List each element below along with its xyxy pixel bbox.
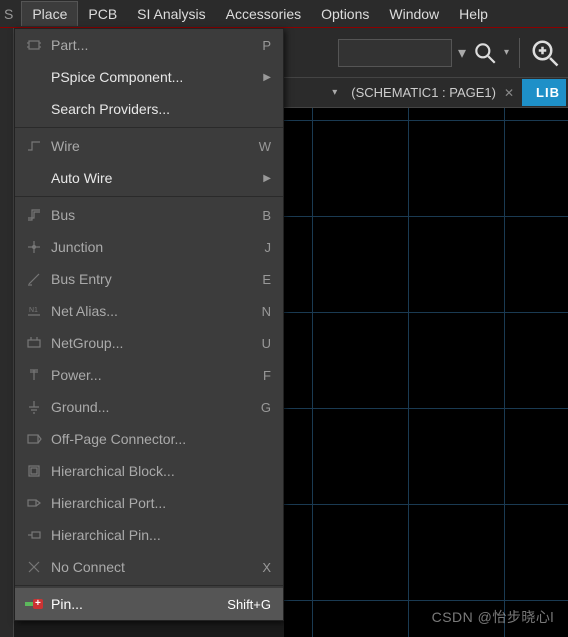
place-menu: Part...PPSpice Component...▶Search Provi…	[14, 28, 284, 621]
menu-separator	[15, 196, 283, 197]
zoom-in-icon[interactable]	[530, 38, 560, 68]
power-icon	[21, 367, 47, 383]
menu-item-junction[interactable]: JunctionJ	[15, 231, 283, 263]
menu-item-shortcut: Shift+G	[227, 597, 271, 612]
menu-item-label: Hierarchical Block...	[47, 463, 271, 479]
menu-item-wire[interactable]: WireW	[15, 130, 283, 162]
menu-item-off-page-connector[interactable]: Off-Page Connector...	[15, 423, 283, 455]
menu-item-label: Power...	[47, 367, 263, 383]
wire-icon	[21, 138, 47, 154]
close-icon[interactable]: ✕	[504, 86, 514, 100]
menu-item-label: Auto Wire	[47, 170, 257, 186]
noconnect-icon	[21, 559, 47, 575]
menu-item-shortcut: G	[261, 400, 271, 415]
menu-help[interactable]: Help	[449, 2, 498, 26]
menu-item-ground[interactable]: Ground...G	[15, 391, 283, 423]
menu-item-shortcut: N	[262, 304, 271, 319]
menu-item-bus[interactable]: BusB	[15, 199, 283, 231]
menu-item-label: Off-Page Connector...	[47, 431, 271, 447]
menu-item-pspice-component[interactable]: PSpice Component...▶	[15, 61, 283, 93]
menu-item-label: Bus Entry	[47, 271, 262, 287]
menu-item-label: Search Providers...	[47, 101, 271, 117]
menu-item-label: PSpice Component...	[47, 69, 257, 85]
menubar: S Place PCB SI Analysis Accessories Opti…	[0, 0, 568, 28]
tab-label: (SCHEMATIC1 : PAGE1)	[351, 85, 496, 100]
menu-item-label: Bus	[47, 207, 262, 223]
schematic-canvas[interactable]	[284, 108, 568, 637]
netalias-icon: N1	[21, 303, 47, 319]
menu-separator	[15, 127, 283, 128]
tab-libraries[interactable]: LIB	[522, 79, 566, 106]
menu-item-net-alias[interactable]: N1 Net Alias...N	[15, 295, 283, 327]
bus-icon	[21, 207, 47, 223]
menu-item-shortcut: F	[263, 368, 271, 383]
menu-item-shortcut: X	[262, 560, 271, 575]
menu-item-shortcut: J	[265, 240, 272, 255]
menu-item-netgroup[interactable]: NetGroup...U	[15, 327, 283, 359]
hierpin-icon	[21, 527, 47, 543]
menu-item-label: Hierarchical Port...	[47, 495, 271, 511]
offpage-icon	[21, 431, 47, 447]
menu-si-analysis[interactable]: SI Analysis	[127, 2, 215, 26]
menu-item-shortcut: W	[259, 139, 271, 154]
menu-item-label: Junction	[47, 239, 265, 255]
menu-separator	[15, 585, 283, 586]
menu-item-bus-entry[interactable]: Bus EntryE	[15, 263, 283, 295]
netgroup-icon	[21, 335, 47, 351]
svg-text:N1: N1	[29, 307, 38, 314]
menu-item-pin[interactable]: +Pin...Shift+G	[15, 588, 283, 620]
menu-place[interactable]: Place	[21, 1, 78, 26]
search-input[interactable]	[338, 39, 452, 67]
menu-item-power[interactable]: Power...F	[15, 359, 283, 391]
toolbar-divider	[519, 38, 520, 68]
menu-item-label: Pin...	[47, 596, 227, 612]
submenu-arrow-icon: ▶	[257, 72, 271, 83]
submenu-arrow-icon: ▶	[257, 173, 271, 184]
menu-item-hierarchical-port[interactable]: Hierarchical Port...	[15, 487, 283, 519]
menu-options[interactable]: Options	[311, 2, 379, 26]
left-gutter	[0, 28, 14, 637]
menu-item-label: No Connect	[47, 559, 262, 575]
ground-icon	[21, 399, 47, 415]
junction-icon	[21, 239, 47, 255]
menubar-cut: S	[0, 6, 21, 22]
menu-item-shortcut: E	[262, 272, 271, 287]
menu-window[interactable]: Window	[379, 2, 449, 26]
menu-item-label: NetGroup...	[47, 335, 262, 351]
menu-item-part[interactable]: Part...P	[15, 29, 283, 61]
tab-dropdown-icon[interactable]: ▾	[332, 87, 337, 98]
part-icon	[21, 37, 47, 53]
menu-item-shortcut: B	[262, 208, 271, 223]
chevron-down-icon[interactable]: ▾	[504, 47, 509, 58]
menu-item-label: Ground...	[47, 399, 261, 415]
menu-item-label: Part...	[47, 37, 262, 53]
menu-item-search-providers[interactable]: Search Providers...	[15, 93, 283, 125]
menu-item-no-connect[interactable]: No ConnectX	[15, 551, 283, 583]
menu-accessories[interactable]: Accessories	[216, 2, 311, 26]
pin-icon: +	[21, 597, 47, 611]
hierblock-icon	[21, 463, 47, 479]
menu-pcb[interactable]: PCB	[78, 2, 127, 26]
menu-item-auto-wire[interactable]: Auto Wire▶	[15, 162, 283, 194]
menu-item-hierarchical-pin[interactable]: Hierarchical Pin...	[15, 519, 283, 551]
grid	[284, 108, 568, 637]
hierport-icon	[21, 495, 47, 511]
menu-item-label: Wire	[47, 138, 259, 154]
dropdown-icon[interactable]: ▾	[458, 43, 466, 63]
search-icon[interactable]	[472, 40, 498, 66]
menu-item-label: Net Alias...	[47, 303, 262, 319]
tab-schematic[interactable]: (SCHEMATIC1 : PAGE1) ✕	[343, 80, 522, 105]
menu-item-hierarchical-block[interactable]: Hierarchical Block...	[15, 455, 283, 487]
menu-item-label: Hierarchical Pin...	[47, 527, 271, 543]
busentry-icon	[21, 271, 47, 287]
menu-item-shortcut: U	[262, 336, 271, 351]
menu-item-shortcut: P	[262, 38, 271, 53]
